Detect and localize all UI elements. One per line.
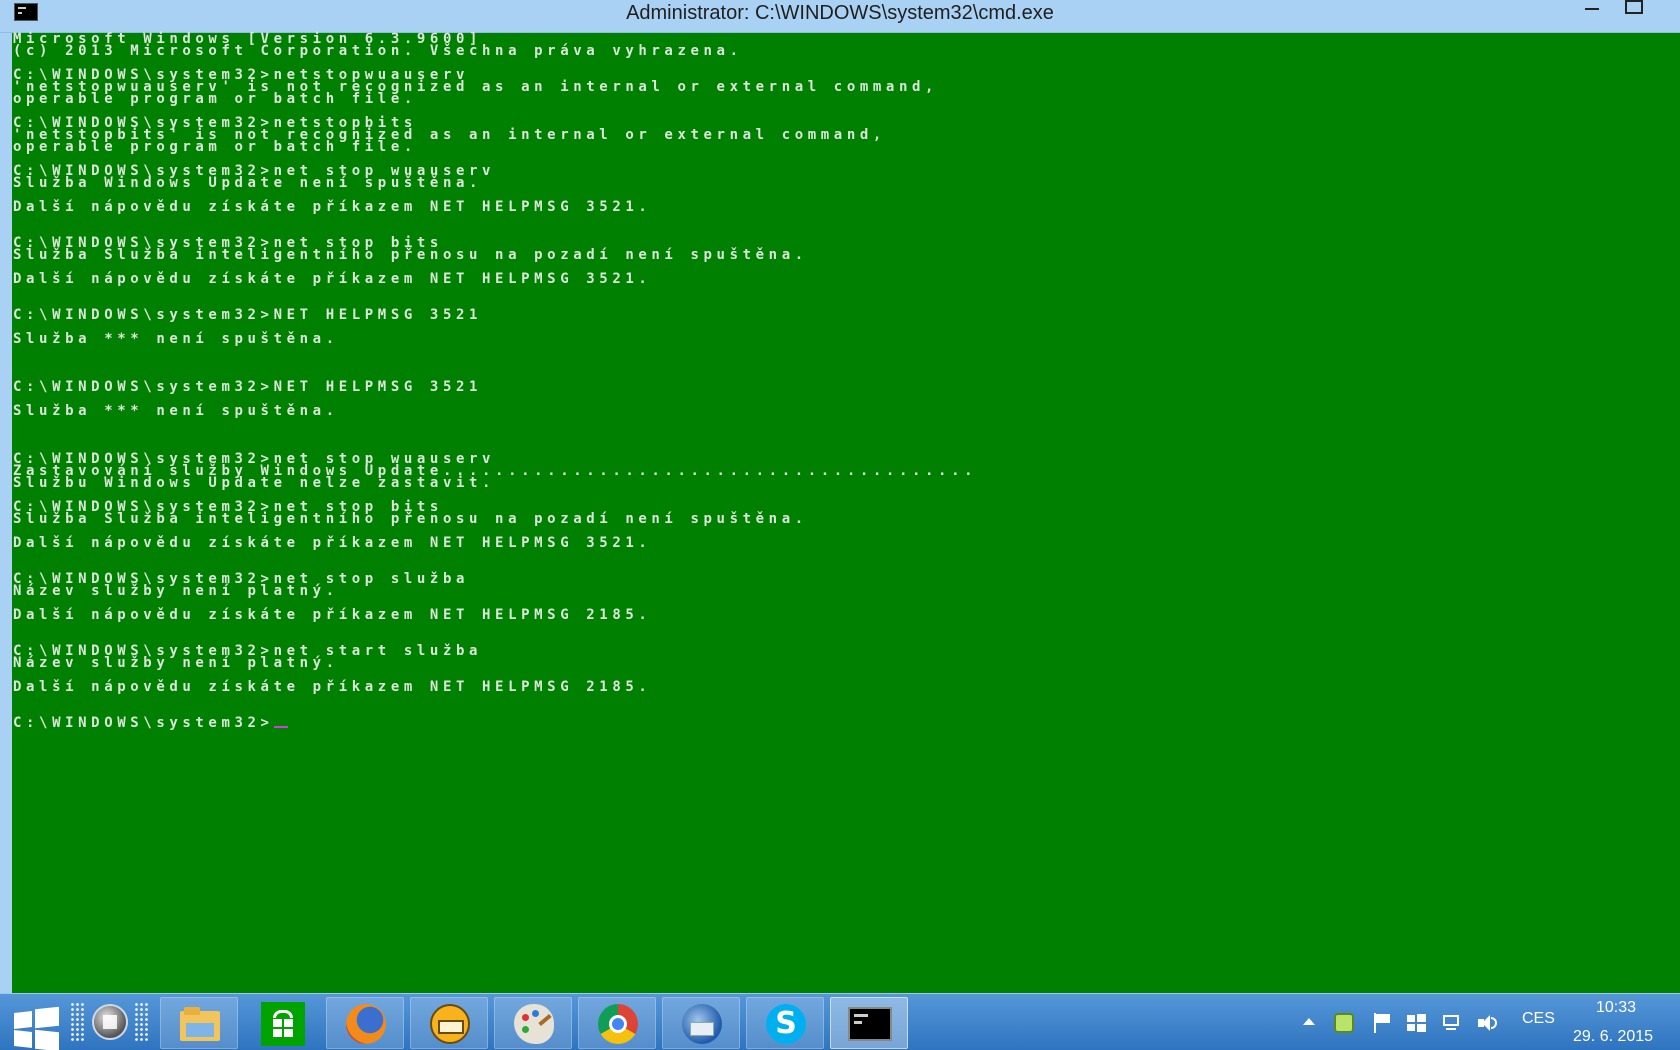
taskbar: S CES 10:33 29. 6. 2015	[0, 993, 1680, 1050]
taskbar-chrome[interactable]	[578, 997, 656, 1049]
console-line: C:\WINDOWS\system32>NET HELPMSG 3521	[13, 379, 483, 395]
network-icon[interactable]	[1440, 1013, 1460, 1033]
console-line: operable program or batch file.	[13, 139, 417, 155]
grip-dots-icon	[134, 1002, 150, 1042]
taskbar-mail-client[interactable]	[410, 997, 488, 1049]
paint-palette-icon	[514, 1004, 554, 1044]
console-line: C:\WINDOWS\system32>NET HELPMSG 3521	[13, 307, 483, 323]
maximize-button[interactable]	[1615, 0, 1649, 18]
cmd-icon	[848, 1007, 892, 1041]
chrome-icon	[598, 1004, 638, 1044]
minimize-button[interactable]	[1574, 0, 1608, 18]
taskbar-thunderbird[interactable]	[662, 997, 740, 1049]
console-prompt: C:\WINDOWS\system32>	[13, 715, 274, 731]
tray-app-icon[interactable]	[1334, 1013, 1354, 1033]
windows-tray-icon[interactable]	[1406, 1013, 1426, 1033]
mail-client-icon	[430, 1004, 470, 1044]
console-line: Název služby není platný.	[13, 583, 339, 599]
taskbar-file-explorer[interactable]	[160, 997, 238, 1049]
taskbar-skype[interactable]: S	[746, 997, 824, 1049]
console-line: Další nápovědu získáte příkazem NET HELP…	[13, 607, 652, 623]
console-line: Službu Windows Update nelze zastavit.	[13, 475, 496, 491]
console-line: Další nápovědu získáte příkazem NET HELP…	[13, 271, 652, 287]
thunderbird-icon	[682, 1004, 722, 1044]
firefox-icon	[346, 1004, 386, 1044]
title-bar[interactable]: Administrator: C:\WINDOWS\system32\cmd.e…	[0, 0, 1680, 33]
console-line: operable program or batch file.	[13, 91, 417, 107]
volume-icon[interactable]	[1477, 1013, 1497, 1033]
window-title: Administrator: C:\WINDOWS\system32\cmd.e…	[626, 2, 1054, 24]
console-line: Služba Služba inteligentního přenosu na …	[13, 247, 808, 263]
console-line: Služba *** není spuštěna.	[13, 331, 339, 347]
store-icon	[261, 1002, 305, 1046]
console-window[interactable]: Microsoft Windows [Version 6.3.9600] (c)…	[0, 32, 1680, 993]
text-cursor	[273, 726, 288, 728]
console-line: Služba Windows Update není spuštěna.	[13, 175, 483, 191]
skype-icon: S	[766, 1004, 806, 1044]
console-line: Další nápovědu získáte příkazem NET HELP…	[13, 535, 652, 551]
input-language-indicator[interactable]: CES	[1522, 1010, 1555, 1028]
action-center-flag-icon[interactable]	[1372, 1013, 1392, 1033]
taskbar-paint[interactable]	[494, 997, 572, 1049]
taskbar-firefox[interactable]	[326, 997, 404, 1049]
console-line: Služba *** není spuštěna.	[13, 403, 339, 419]
console-output: Microsoft Windows [Version 6.3.9600] (c)…	[13, 32, 977, 731]
clock-time[interactable]: 10:33	[1596, 999, 1636, 1017]
task-view-icon[interactable]	[92, 1004, 128, 1040]
windows-start-icon[interactable]	[12, 1004, 60, 1050]
console-line: (c) 2013 Microsoft Corporation. Všechna …	[13, 43, 743, 59]
show-hidden-icons-chevron-icon[interactable]	[1303, 1018, 1315, 1025]
console-line: Další nápovědu získáte příkazem NET HELP…	[13, 679, 652, 695]
taskbar-store[interactable]	[243, 997, 321, 1049]
console-line: Další nápovědu získáte příkazem NET HELP…	[13, 199, 652, 215]
clock-date[interactable]: 29. 6. 2015	[1573, 1028, 1653, 1046]
taskbar-command-prompt[interactable]	[830, 997, 908, 1049]
grip-dots-icon	[70, 1002, 86, 1042]
console-line: Služba Služba inteligentního přenosu na …	[13, 511, 808, 527]
console-line: Název služby není platný.	[13, 655, 339, 671]
folder-icon	[180, 1007, 220, 1043]
